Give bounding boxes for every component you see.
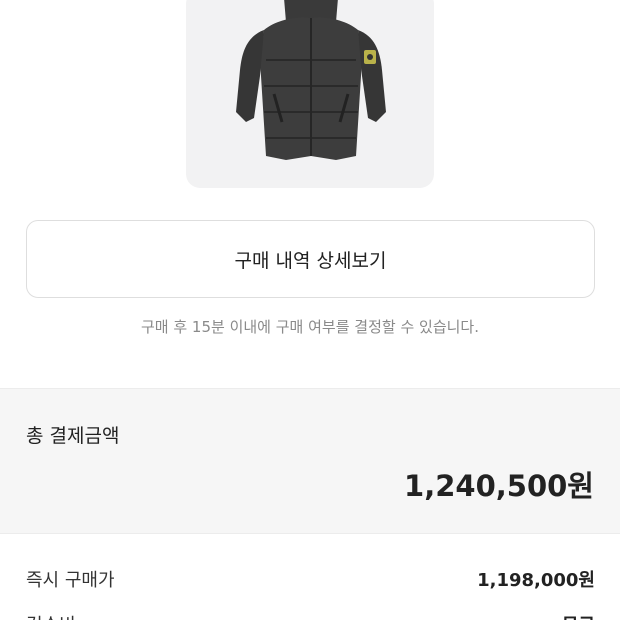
decision-notice: 구매 후 15분 이내에 구매 여부를 결정할 수 있습니다. [140, 318, 479, 336]
inspection-fee-row: 검수비 무료 [26, 611, 595, 620]
inspection-fee-value: 무료 [562, 611, 595, 620]
inspection-fee-label: 검수비 [26, 611, 76, 620]
purchase-detail-button[interactable]: 구매 내역 상세보기 [26, 220, 595, 298]
total-payment-section: 총 결제금액 1,240,500원 [0, 388, 620, 534]
product-image-card [186, 0, 434, 188]
instant-price-row: 즉시 구매가 1,198,000원 [26, 566, 595, 592]
puffer-jacket-image [236, 0, 386, 160]
total-payment-label: 총 결제금액 [26, 425, 120, 447]
total-payment-value: 1,240,500원 [404, 469, 594, 503]
instant-price-value: 1,198,000원 [477, 570, 595, 591]
purchase-detail-label: 구매 내역 상세보기 [234, 249, 387, 272]
instant-price-label: 즉시 구매가 [26, 570, 115, 591]
